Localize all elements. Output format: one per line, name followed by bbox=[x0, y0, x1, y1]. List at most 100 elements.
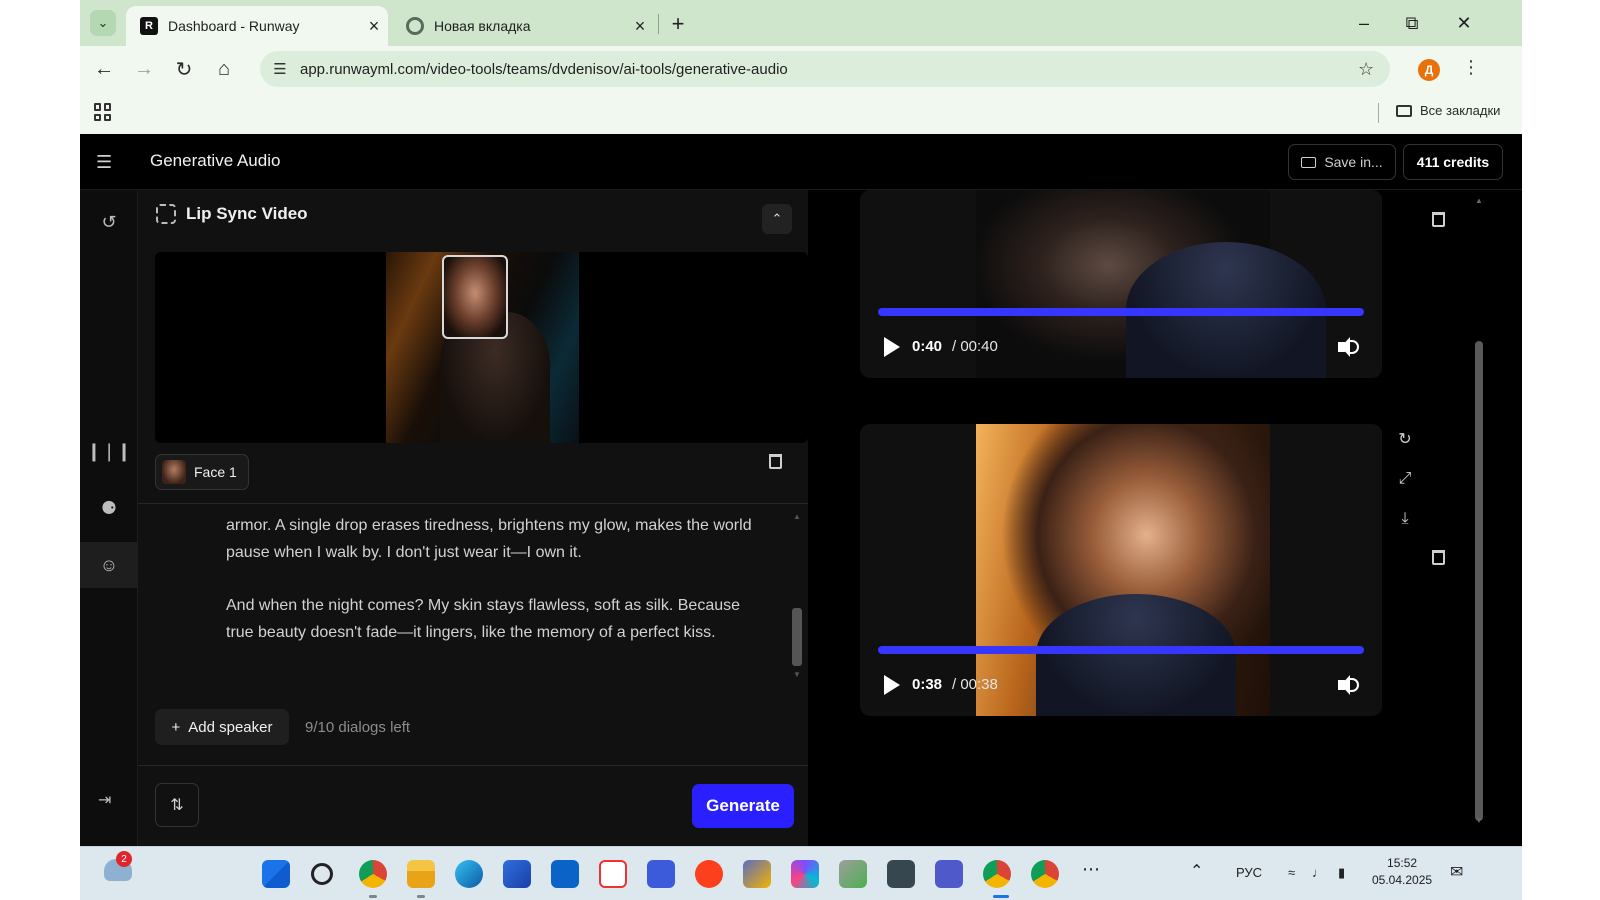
chrome-profile-icon[interactable] bbox=[1031, 860, 1059, 888]
restore-button[interactable]: ⧉ bbox=[1390, 8, 1434, 38]
edge-icon[interactable] bbox=[455, 860, 483, 888]
clock[interactable]: 15:52 05.04.2025 bbox=[1372, 855, 1432, 889]
volume-icon[interactable] bbox=[1338, 337, 1360, 357]
scroll-up-icon[interactable]: ▲ bbox=[1475, 196, 1483, 205]
start-menu-icon[interactable] bbox=[262, 860, 290, 888]
wifi-icon[interactable]: ≈ bbox=[1288, 865, 1295, 880]
expand-panel-icon[interactable]: ⇥ bbox=[98, 790, 111, 810]
scroll-thumb[interactable] bbox=[1475, 341, 1483, 821]
regenerate-icon[interactable]: ↻ bbox=[1394, 428, 1416, 450]
scroll-up-icon[interactable]: ▲ bbox=[793, 512, 801, 521]
scroll-down-icon[interactable]: ▼ bbox=[1475, 816, 1483, 825]
battery-icon[interactable]: ▮ bbox=[1338, 865, 1345, 881]
collapse-section-button[interactable]: ⌃ bbox=[762, 204, 792, 234]
results-scrollbar[interactable]: ▲ ▼ bbox=[1472, 196, 1486, 826]
app-icon[interactable] bbox=[791, 860, 819, 888]
lip-sync-panel: Lip Sync Video ⌃ Face 1 armor. A single … bbox=[138, 190, 808, 846]
file-explorer-icon[interactable] bbox=[407, 860, 435, 888]
tab-new-tab[interactable]: Новая вкладка × bbox=[392, 6, 654, 46]
address-bar[interactable]: ☰ app.runwayml.com/video-tools/teams/dvd… bbox=[260, 51, 1390, 87]
site-settings-icon[interactable]: ☰ bbox=[260, 60, 300, 78]
forward-button[interactable]: → bbox=[130, 55, 158, 83]
scroll-thumb[interactable] bbox=[792, 608, 802, 666]
face-selector[interactable]: Face 1 bbox=[155, 454, 249, 490]
undo-history-icon: ↺ bbox=[101, 211, 117, 232]
delete-result-icon[interactable] bbox=[1432, 212, 1445, 227]
yandex-icon[interactable] bbox=[695, 860, 723, 888]
search-icon[interactable] bbox=[311, 863, 333, 885]
running-indicator bbox=[369, 895, 377, 898]
hamburger-menu-icon[interactable]: ☰ bbox=[96, 152, 112, 173]
store-icon[interactable] bbox=[503, 860, 531, 888]
all-bookmarks-button[interactable]: Все закладки bbox=[1396, 103, 1500, 118]
play-icon[interactable] bbox=[884, 675, 900, 695]
fullscreen-icon[interactable]: ⤢ bbox=[1394, 468, 1416, 490]
delete-face-icon[interactable] bbox=[769, 454, 782, 469]
language-indicator[interactable]: РУС bbox=[1236, 865, 1262, 880]
close-tab-icon[interactable]: × bbox=[626, 16, 654, 37]
current-time: 0:40 bbox=[912, 338, 943, 355]
close-window-button[interactable]: ✕ bbox=[1442, 8, 1486, 38]
folder-icon bbox=[1301, 156, 1317, 168]
voice-button[interactable]: ⚈ bbox=[80, 485, 138, 531]
more-menu-icon[interactable]: ⋮ bbox=[1462, 57, 1480, 78]
close-tab-icon[interactable]: × bbox=[360, 16, 388, 37]
total-time: / 00:40 bbox=[952, 338, 998, 355]
script-textarea[interactable]: armor. A single drop erases tiredness, b… bbox=[226, 512, 766, 646]
notification-badge: 2 bbox=[116, 851, 132, 867]
chevron-up-icon: ⌃ bbox=[771, 211, 783, 226]
settings-button[interactable]: ⇅ bbox=[155, 783, 199, 827]
app-icon[interactable] bbox=[839, 860, 867, 888]
chrome-icon[interactable] bbox=[359, 860, 387, 888]
active-indicator bbox=[993, 895, 1009, 898]
app-icon[interactable] bbox=[887, 860, 915, 888]
playback-progress-bar[interactable] bbox=[878, 308, 1364, 316]
save-in-button[interactable]: Save in... bbox=[1288, 144, 1396, 180]
chrome-profile-icon[interactable] bbox=[983, 860, 1011, 888]
play-icon[interactable] bbox=[884, 337, 900, 357]
audio-waveform-button[interactable]: ❙❘❙ bbox=[80, 428, 138, 474]
apps-grid-icon[interactable] bbox=[94, 103, 112, 121]
new-tab-button[interactable]: + bbox=[664, 10, 692, 38]
script-scrollbar[interactable]: ▲ ▼ bbox=[790, 512, 804, 680]
minimize-button[interactable]: – bbox=[1342, 8, 1386, 38]
playback-progress-bar[interactable] bbox=[878, 646, 1364, 654]
profile-avatar[interactable]: Д bbox=[1418, 59, 1440, 81]
bookmark-star-icon[interactable]: ☆ bbox=[1358, 59, 1374, 80]
history-button[interactable]: ↺ bbox=[80, 199, 138, 245]
script-paragraph: armor. A single drop erases tiredness, b… bbox=[226, 517, 752, 561]
tab-dashboard[interactable]: R Dashboard - Runway × bbox=[126, 6, 388, 46]
app-icon[interactable] bbox=[647, 860, 675, 888]
yandex-browser-icon[interactable] bbox=[599, 860, 627, 888]
scroll-down-icon[interactable]: ▼ bbox=[793, 670, 801, 679]
chrome-favicon-icon bbox=[406, 17, 424, 35]
network-app-icon[interactable] bbox=[743, 860, 771, 888]
video-thumbnail[interactable] bbox=[976, 190, 1326, 378]
generate-button[interactable]: Generate bbox=[692, 784, 794, 828]
current-time: 0:38 bbox=[912, 676, 943, 693]
back-button[interactable]: ← bbox=[90, 55, 118, 83]
plus-icon: + bbox=[171, 718, 181, 736]
reload-button[interactable]: ↻ bbox=[170, 55, 198, 83]
chevron-up-icon[interactable]: ⌃ bbox=[1190, 861, 1203, 881]
video-thumbnail[interactable] bbox=[976, 424, 1270, 716]
download-icon[interactable]: ⤓ bbox=[1394, 508, 1416, 530]
add-speaker-button[interactable]: + Add speaker bbox=[155, 709, 289, 745]
notification-bell-icon[interactable]: ✉ bbox=[1450, 862, 1463, 882]
running-indicator bbox=[417, 895, 425, 898]
more-apps-icon[interactable]: ⋯ bbox=[1082, 859, 1100, 880]
detected-face-box[interactable] bbox=[442, 255, 508, 339]
face-label: Face 1 bbox=[194, 464, 237, 480]
volume-icon[interactable]: ♩ bbox=[1312, 865, 1325, 880]
delete-result-icon[interactable] bbox=[1432, 550, 1445, 565]
save-in-label: Save in... bbox=[1324, 154, 1383, 170]
credits-button[interactable]: 411 credits bbox=[1403, 144, 1503, 180]
tab-search-button[interactable]: ⌄ bbox=[90, 10, 116, 36]
teams-icon[interactable] bbox=[935, 860, 963, 888]
lip-sync-button[interactable]: ☺ bbox=[80, 542, 138, 588]
speaking-head-icon: ⚈ bbox=[100, 497, 118, 518]
home-button[interactable]: ⌂ bbox=[210, 55, 238, 83]
runway-favicon-icon: R bbox=[140, 17, 158, 35]
volume-icon[interactable] bbox=[1338, 675, 1360, 695]
mail-icon[interactable] bbox=[551, 860, 579, 888]
